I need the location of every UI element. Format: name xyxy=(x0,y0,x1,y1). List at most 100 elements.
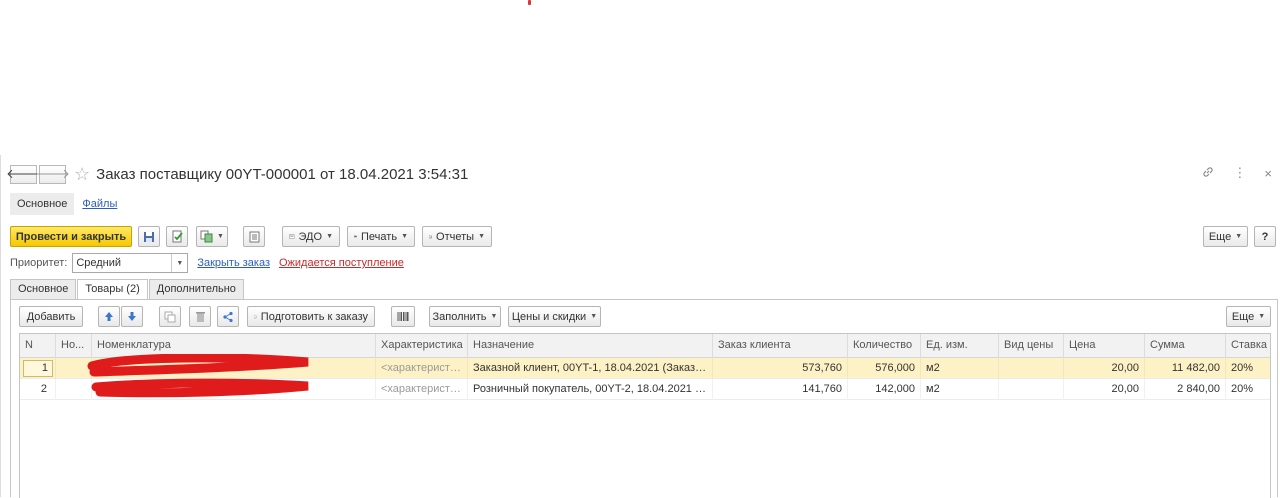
print-button[interactable]: Печать ▼ xyxy=(347,226,415,247)
content-tabs: Основное Товары (2) Дополнительно xyxy=(10,279,245,299)
row-number-box: 1 xyxy=(23,360,53,377)
move-up-button[interactable] xyxy=(98,306,120,327)
cell-n: 2 xyxy=(20,379,56,400)
col-n[interactable]: N xyxy=(20,334,56,358)
tab-additional[interactable]: Дополнительно xyxy=(149,279,244,299)
cell-purpose[interactable]: Розничный покупатель, 00YT-2, 18.04.2021… xyxy=(468,379,713,400)
add-label: Добавить xyxy=(27,311,76,323)
col-price[interactable]: Цена xyxy=(1064,334,1145,358)
cell-unit[interactable]: м2 xyxy=(921,358,999,379)
col-sum[interactable]: Сумма xyxy=(1145,334,1226,358)
col-client-order[interactable]: Заказ клиента xyxy=(713,334,848,358)
printer-icon xyxy=(354,231,357,242)
goods-table: N Но... Номенклатура Характеристика Назн… xyxy=(19,333,1271,498)
help-icon: ? xyxy=(1262,231,1269,243)
title-bar: 🡐 🡒 ☆ Заказ поставщику 00YT-000001 от 18… xyxy=(10,163,468,185)
cell-unit[interactable]: м2 xyxy=(921,379,999,400)
reports-button[interactable]: Отчеты ▼ xyxy=(422,226,492,247)
goods-more-button[interactable]: Еще ▼ xyxy=(1226,306,1271,327)
move-down-button[interactable] xyxy=(121,306,143,327)
cell-quantity[interactable]: 142,000 xyxy=(848,379,921,400)
arrow-right-icon: 🡒 xyxy=(35,166,70,182)
fill-label: Заполнить xyxy=(433,311,487,323)
add-row-button[interactable]: Добавить xyxy=(19,306,83,327)
priority-row: Приоритет: Средний ▼ Закрыть заказ Ожида… xyxy=(10,252,404,274)
delete-row-button[interactable] xyxy=(189,306,211,327)
barcode-button[interactable] xyxy=(391,306,415,327)
save-button[interactable] xyxy=(138,226,160,247)
prepare-for-order-button[interactable]: Подготовить к заказу xyxy=(247,306,375,327)
delete-icon xyxy=(195,311,206,323)
command-bar: Провести и закрыть ▼ ЭДО ▼ Печать ▼ Отче… xyxy=(10,226,1270,248)
order-status-link[interactable]: Ожидается поступление xyxy=(279,257,404,269)
journal-button[interactable] xyxy=(243,226,265,247)
post-and-close-button[interactable]: Провести и закрыть xyxy=(10,226,132,247)
cell-client-order[interactable]: 573,760 xyxy=(713,358,848,379)
chevron-down-icon: ▼ xyxy=(326,233,333,240)
cell-price[interactable]: 20,00 xyxy=(1064,379,1145,400)
chevron-down-icon: ▼ xyxy=(590,313,597,320)
journal-icon xyxy=(249,231,260,243)
more-label: Еще xyxy=(1209,231,1231,243)
chevron-down-icon: ▼ xyxy=(401,233,408,240)
barcode-icon xyxy=(397,311,409,322)
col-unit[interactable]: Ед. изм. xyxy=(921,334,999,358)
back-button[interactable]: 🡐 xyxy=(10,165,37,184)
close-icon[interactable]: × xyxy=(1264,166,1272,181)
link-icon[interactable] xyxy=(1201,165,1215,182)
post-and-close-label: Провести и закрыть xyxy=(16,231,126,243)
cell-quantity[interactable]: 576,000 xyxy=(848,358,921,379)
copy-icon xyxy=(164,311,176,323)
goods-panel: Добавить Подготовить к заказу xyxy=(10,299,1278,497)
create-based-on-button[interactable]: ▼ xyxy=(196,226,228,247)
cell-characteristic[interactable]: <характеристи... xyxy=(376,379,468,400)
cell-sum[interactable]: 11 482,00 xyxy=(1145,358,1226,379)
more-actions-button[interactable]: Еще ▼ xyxy=(1203,226,1248,247)
split-row-button[interactable] xyxy=(217,306,239,327)
col-purpose[interactable]: Назначение xyxy=(468,334,713,358)
prices-discounts-button[interactable]: Цены и скидки ▼ xyxy=(508,306,601,327)
forward-button[interactable]: 🡒 xyxy=(39,165,66,184)
edo-button[interactable]: ЭДО ▼ xyxy=(282,226,340,247)
arrow-up-icon xyxy=(104,311,114,322)
cell-vat[interactable]: 20% xyxy=(1226,379,1271,400)
priority-select[interactable]: Средний ▼ xyxy=(72,253,188,273)
prepare-label: Подготовить к заказу xyxy=(261,311,368,323)
edo-label: ЭДО xyxy=(299,231,323,243)
print-label: Печать xyxy=(361,231,397,243)
col-quantity[interactable]: Количество xyxy=(848,334,921,358)
form-tabs: Основное Файлы xyxy=(10,192,117,216)
cell-price-type[interactable] xyxy=(999,358,1064,379)
cell-price[interactable]: 20,00 xyxy=(1064,358,1145,379)
tab-files[interactable]: Файлы xyxy=(82,198,117,210)
copy-row-button[interactable] xyxy=(159,306,181,327)
cell-client-order[interactable]: 141,760 xyxy=(713,379,848,400)
cell-characteristic[interactable]: <характеристи... xyxy=(376,358,468,379)
chevron-down-icon[interactable]: ▼ xyxy=(171,254,187,272)
close-order-link[interactable]: Закрыть заказ xyxy=(197,257,270,269)
more-vertical-icon[interactable]: ⋮ xyxy=(1233,165,1246,181)
post-button[interactable] xyxy=(166,226,188,247)
cell-price-type[interactable] xyxy=(999,379,1064,400)
help-button[interactable]: ? xyxy=(1254,226,1276,247)
stray-red-mark xyxy=(528,0,531,5)
chevron-down-icon: ▼ xyxy=(478,233,485,240)
page-title: Заказ поставщику 00YT-000001 от 18.04.20… xyxy=(96,166,468,183)
fill-button[interactable]: Заполнить ▼ xyxy=(429,306,501,327)
chevron-down-icon: ▼ xyxy=(217,233,224,240)
cell-purpose[interactable]: Заказной клиент, 00YT-1, 18.04.2021 (Зак… xyxy=(468,358,713,379)
reports-icon xyxy=(429,231,432,243)
create-based-on-icon xyxy=(200,230,213,243)
tab-goods[interactable]: Товары (2) xyxy=(77,279,147,300)
tab-main[interactable]: Основное xyxy=(10,193,74,215)
goods-more-label: Еще xyxy=(1232,311,1254,323)
col-characteristic[interactable]: Характеристика xyxy=(376,334,468,358)
redaction-scribble xyxy=(86,354,316,400)
col-vat[interactable]: Ставка НДС xyxy=(1226,334,1271,358)
star-icon[interactable]: ☆ xyxy=(74,165,90,183)
tab-main-info[interactable]: Основное xyxy=(10,279,76,299)
col-price-type[interactable]: Вид цены xyxy=(999,334,1064,358)
cell-vat[interactable]: 20% xyxy=(1226,358,1271,379)
cell-sum[interactable]: 2 840,00 xyxy=(1145,379,1226,400)
floppy-disk-icon xyxy=(143,231,155,243)
